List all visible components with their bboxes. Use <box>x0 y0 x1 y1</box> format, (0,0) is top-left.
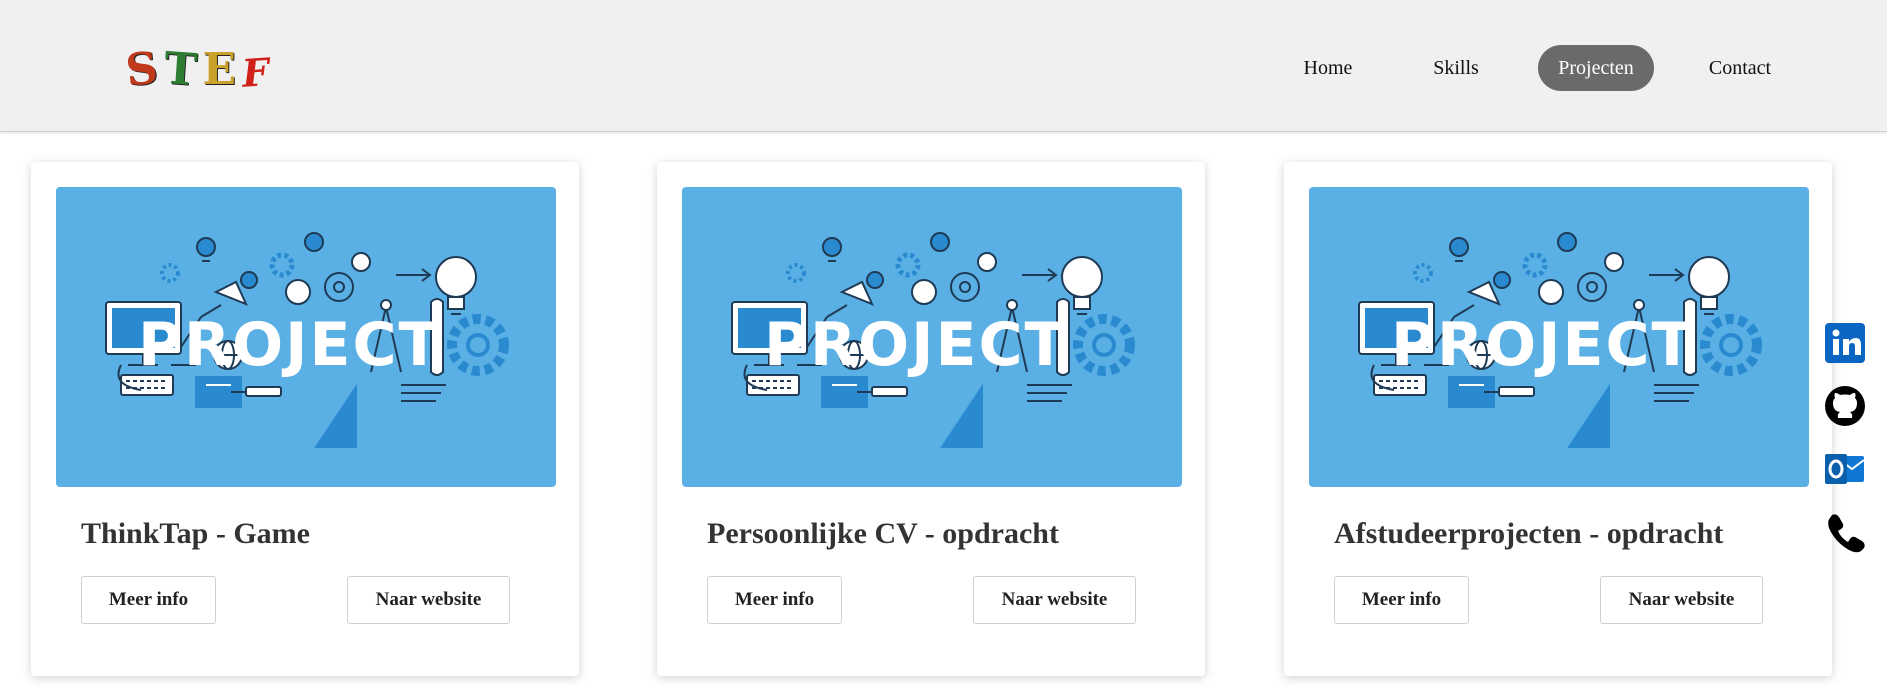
logo-letter: S <box>123 42 161 97</box>
linkedin-icon[interactable] <box>1824 322 1866 364</box>
project-title: Persoonlijke CV - opdracht <box>707 517 1059 550</box>
nav-contact[interactable]: Contact <box>1684 45 1796 91</box>
meer-info-button[interactable]: Meer info <box>1334 576 1469 624</box>
logo-letter: E <box>202 44 237 95</box>
project-thumbnail: PROJECT <box>56 187 556 487</box>
nav-projecten[interactable]: Projecten <box>1538 45 1654 91</box>
logo-letter: T <box>162 42 199 97</box>
github-icon[interactable] <box>1824 385 1866 427</box>
naar-website-button[interactable]: Naar website <box>1600 576 1763 624</box>
project-thumbnail: PROJECT <box>1309 187 1809 487</box>
project-card: PROJECT Afstudeerprojecten - opdracht Me… <box>1284 162 1832 676</box>
outlook-icon[interactable] <box>1824 448 1866 490</box>
site-logo[interactable]: S T E F <box>123 42 271 97</box>
site-header: S T E F Home Skills Projecten Contact <box>0 0 1887 132</box>
project-word: PROJECT <box>764 310 1067 380</box>
nav-skills[interactable]: Skills <box>1408 45 1504 91</box>
naar-website-button[interactable]: Naar website <box>347 576 510 624</box>
project-illustration: PROJECT <box>731 232 1135 448</box>
project-word: PROJECT <box>138 310 441 380</box>
logo-letter: F <box>240 49 271 96</box>
project-card: PROJECT ThinkTap - Game Meer info Naar w… <box>31 162 579 676</box>
naar-website-button[interactable]: Naar website <box>973 576 1136 624</box>
project-thumbnail: PROJECT <box>682 187 1182 487</box>
project-title: Afstudeerprojecten - opdracht <box>1334 517 1724 550</box>
meer-info-button[interactable]: Meer info <box>707 576 842 624</box>
project-word: PROJECT <box>1391 310 1694 380</box>
project-title: ThinkTap - Game <box>81 517 310 550</box>
nav-home[interactable]: Home <box>1280 45 1376 91</box>
phone-icon[interactable] <box>1824 511 1866 553</box>
project-card: PROJECT Persoonlijke CV - opdracht Meer … <box>657 162 1205 676</box>
project-illustration: PROJECT <box>1358 232 1762 448</box>
meer-info-button[interactable]: Meer info <box>81 576 216 624</box>
project-illustration: PROJECT <box>105 232 509 448</box>
